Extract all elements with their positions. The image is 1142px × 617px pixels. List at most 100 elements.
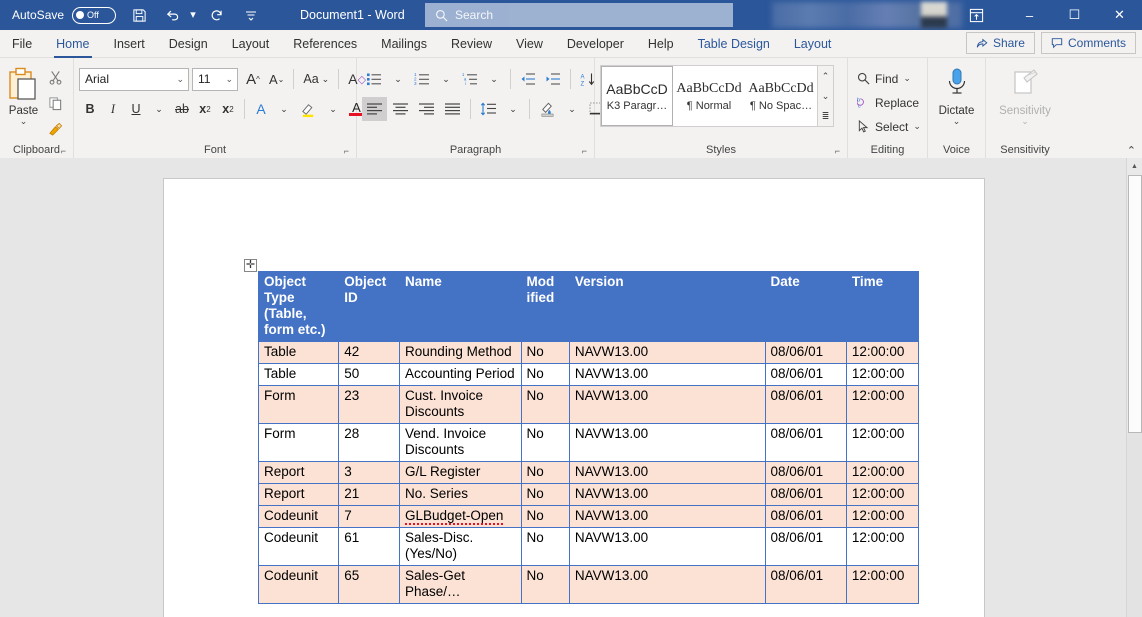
bold-button[interactable]: B [79, 97, 101, 121]
paste-button[interactable]: Paste ⌄ [5, 61, 42, 126]
search-box[interactable]: Search [425, 3, 733, 27]
tab-view[interactable]: View [504, 30, 555, 58]
comments-button[interactable]: Comments [1040, 32, 1136, 54]
dictate-button[interactable]: Dictate ⌄ [933, 61, 980, 126]
autosave-toggle[interactable]: Off [72, 6, 117, 24]
select-button[interactable]: Select ⌄ [853, 115, 925, 138]
tab-design[interactable]: Design [157, 30, 220, 58]
superscript-button[interactable]: x2 [217, 97, 239, 121]
table-row[interactable]: Codeunit 61 Sales-Disc. (Yes/No) No NAVW… [257, 527, 920, 566]
bullet-list-button[interactable] [362, 67, 386, 91]
column-header-time[interactable]: Time [845, 271, 920, 342]
styles-scroll-up-button[interactable]: ⌃ [818, 66, 833, 86]
ribbon-display-options-icon[interactable] [955, 0, 997, 30]
multilevel-list-button[interactable]: 1ai [458, 67, 482, 91]
table-row[interactable]: Codeunit 65 Sales-Get Phase/… No NAVW13.… [257, 565, 920, 604]
decrease-indent-button[interactable] [516, 67, 540, 91]
column-header-object-id[interactable]: Object ID [338, 271, 401, 342]
format-painter-button[interactable] [42, 117, 68, 141]
grow-font-button[interactable]: A ^ [242, 67, 264, 91]
shading-button[interactable] [535, 97, 560, 121]
style-item-no-spacing[interactable]: AaBbCcDd ¶ No Spac… [745, 66, 817, 126]
sensitivity-dropdown-icon[interactable]: ⌄ [1021, 117, 1029, 126]
table-row[interactable]: Report 3 G/L Register No NAVW13.00 08/06… [257, 461, 920, 484]
font-family-combo[interactable]: Arial ⌄ [79, 67, 189, 91]
autosave-control[interactable]: AutoSave Off [12, 6, 117, 24]
sensitivity-button[interactable]: Sensitivity ⌄ [991, 61, 1059, 126]
italic-button[interactable]: I [102, 97, 124, 121]
select-dropdown-icon[interactable]: ⌄ [913, 121, 921, 132]
align-right-button[interactable] [414, 97, 439, 121]
numbered-list-button[interactable]: 123 [410, 67, 434, 91]
tab-table-design[interactable]: Table Design [686, 30, 782, 58]
table-move-handle[interactable]: ✛ [244, 259, 257, 272]
tab-table-layout[interactable]: Layout [782, 30, 844, 58]
redo-icon[interactable] [204, 2, 230, 28]
replace-button[interactable]: bc Replace [853, 91, 925, 114]
scrollbar-thumb[interactable] [1128, 175, 1142, 433]
multilevel-dropdown-icon[interactable]: ⌄ [483, 67, 505, 91]
align-center-button[interactable] [388, 97, 413, 121]
font-size-combo[interactable]: 11 ⌄ [192, 67, 238, 91]
table-row[interactable]: Report 21 No. Series No NAVW13.00 08/06/… [257, 483, 920, 506]
find-button[interactable]: Find ⌄ [853, 67, 925, 90]
style-item-k3-paragraph[interactable]: AaBbCcD K3 Paragr… [601, 66, 673, 126]
tab-references[interactable]: References [281, 30, 369, 58]
change-case-button[interactable]: Aa ⌄ [299, 67, 333, 91]
collapse-ribbon-icon[interactable]: ⌃ [1127, 144, 1136, 157]
bullets-dropdown-icon[interactable]: ⌄ [387, 67, 409, 91]
scroll-up-arrow-icon[interactable]: ▲ [1127, 158, 1142, 175]
column-header-date[interactable]: Date [764, 271, 847, 342]
table-row[interactable]: Table 42 Rounding Method No NAVW13.00 08… [257, 341, 920, 364]
text-highlight-button[interactable] [296, 97, 321, 121]
dictate-dropdown-icon[interactable]: ⌄ [953, 117, 961, 126]
numbering-dropdown-icon[interactable]: ⌄ [435, 67, 457, 91]
cut-button[interactable] [42, 65, 68, 89]
text-effects-dropdown-icon[interactable]: ⌄ [273, 97, 295, 121]
table-row[interactable]: Table 50 Accounting Period No NAVW13.00 … [257, 363, 920, 386]
maximize-button[interactable]: ☐ [1052, 0, 1097, 30]
column-header-modified[interactable]: Mod ified [520, 271, 570, 342]
scrollbar-track[interactable] [1127, 433, 1142, 617]
font-dialog-launcher-icon[interactable]: ⌐ [344, 146, 349, 156]
tab-help[interactable]: Help [636, 30, 686, 58]
paste-dropdown-icon[interactable]: ⌄ [20, 117, 28, 126]
clipboard-dialog-launcher-icon[interactable]: ⌐ [61, 146, 66, 156]
save-icon[interactable] [126, 2, 152, 28]
styles-more-button[interactable]: ≣ [818, 106, 833, 126]
share-button[interactable]: Share [965, 32, 1035, 54]
column-header-version[interactable]: Version [568, 271, 766, 342]
column-header-name[interactable]: Name [399, 271, 522, 342]
tab-mailings[interactable]: Mailings [369, 30, 439, 58]
table-row[interactable]: Codeunit 7 GLBudget-Open No NAVW13.00 08… [257, 505, 920, 528]
line-spacing-dropdown-icon[interactable]: ⌄ [502, 97, 524, 121]
underline-button[interactable]: U [125, 97, 147, 121]
minimize-button[interactable]: – [1007, 0, 1052, 30]
customize-quick-access-icon[interactable] [244, 2, 258, 28]
undo-icon[interactable] [160, 2, 186, 28]
styles-dialog-launcher-icon[interactable]: ⌐ [835, 146, 840, 156]
paragraph-dialog-launcher-icon[interactable]: ⌐ [582, 146, 587, 156]
style-item-normal[interactable]: AaBbCcDd ¶ Normal [673, 66, 745, 126]
tab-insert[interactable]: Insert [102, 30, 157, 58]
align-left-button[interactable] [362, 97, 387, 121]
vertical-scrollbar[interactable]: ▲ [1126, 158, 1142, 617]
undo-dropdown-icon[interactable]: ▾ [186, 2, 200, 28]
tab-file[interactable]: File [0, 30, 44, 58]
text-effects-button[interactable]: A [250, 97, 272, 121]
line-spacing-button[interactable] [476, 97, 501, 121]
tab-developer[interactable]: Developer [555, 30, 636, 58]
object-list-table[interactable]: Object Type (Table, form etc.) Object ID… [257, 271, 920, 604]
subscript-button[interactable]: x2 [194, 97, 216, 121]
tab-home[interactable]: Home [44, 30, 101, 58]
tab-layout[interactable]: Layout [220, 30, 282, 58]
document-page[interactable]: ✛ Object Type (Table, form etc.) Object … [163, 178, 985, 617]
justify-button[interactable] [440, 97, 465, 121]
close-button[interactable]: ✕ [1097, 0, 1142, 30]
tab-review[interactable]: Review [439, 30, 504, 58]
shrink-font-button[interactable]: A ⌄ [265, 67, 288, 91]
underline-dropdown-icon[interactable]: ⌄ [148, 97, 170, 121]
find-dropdown-icon[interactable]: ⌄ [903, 73, 911, 84]
avatar[interactable] [921, 2, 947, 28]
styles-scroll-down-button[interactable]: ⌄ [818, 86, 833, 106]
